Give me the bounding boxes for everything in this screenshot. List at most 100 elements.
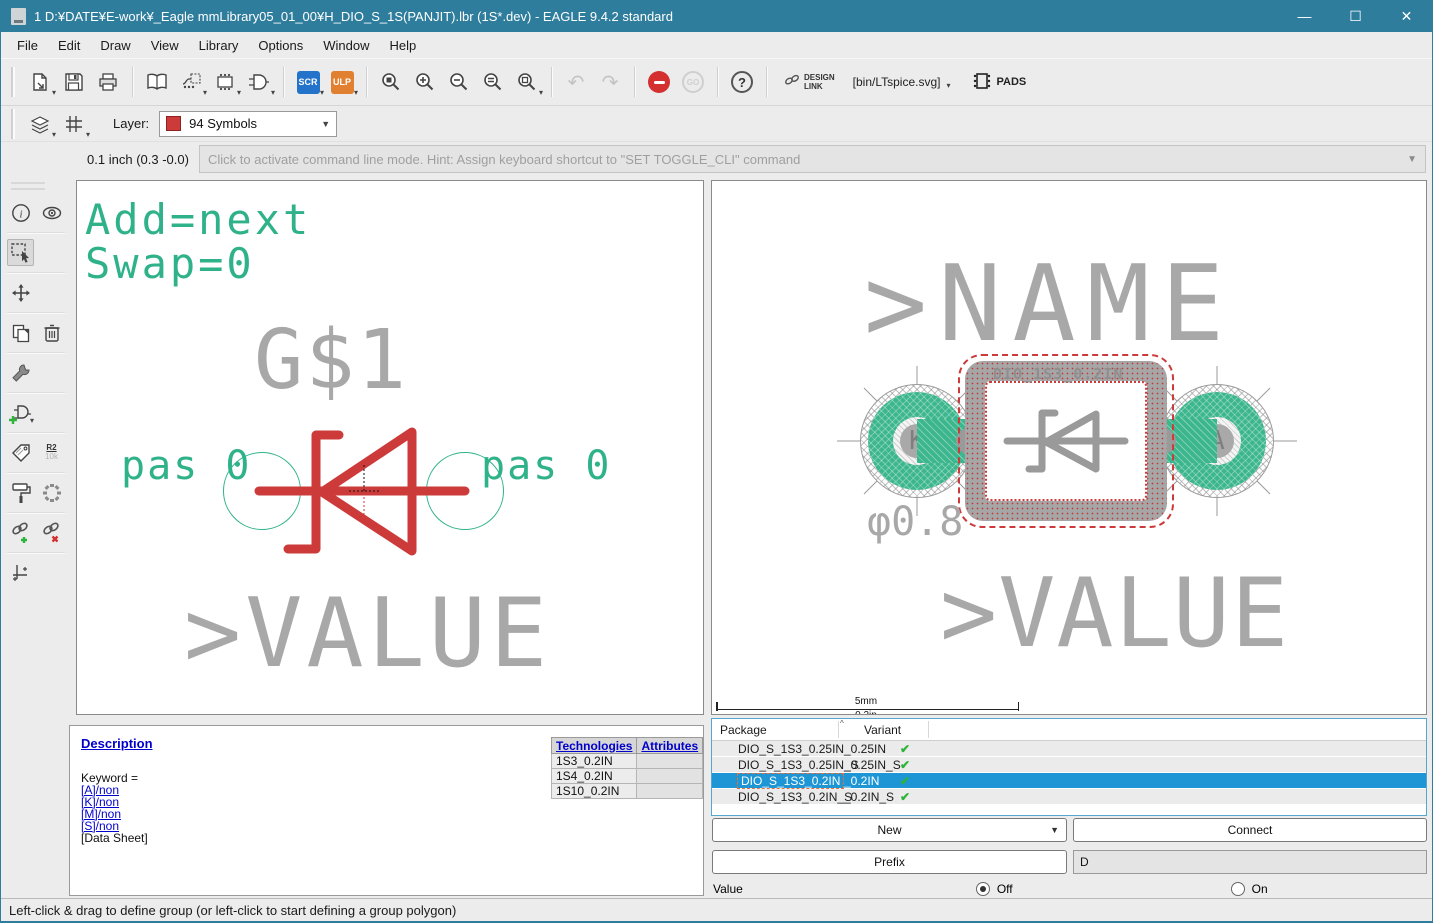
name-placeholder-text: >NAME [864,243,1235,365]
add-gate-icon [9,402,33,424]
status-bar: Left-click & drag to define group (or le… [1,898,1432,921]
technology-row[interactable]: 1S4_0.2IN [552,769,703,784]
value-on-label[interactable]: On [1252,882,1268,896]
info-tool[interactable]: i [7,199,34,226]
scr-icon: SCR [297,71,320,94]
redo-icon: ↷ [602,70,619,94]
value-on-radio[interactable] [1231,882,1245,896]
link-add-tool[interactable] [7,519,34,546]
go-button[interactable]: GO [677,66,709,98]
name-tool[interactable] [7,439,34,466]
print-button[interactable] [92,66,124,98]
move-tool[interactable] [7,279,34,306]
link-remove-tool[interactable] [38,519,65,546]
paint-roller-icon [11,482,31,504]
layer-color-swatch [166,116,181,131]
delete-tool[interactable] [38,319,65,346]
design-link-button[interactable]: DESIGNLINK [784,73,835,92]
palette-handle[interactable] [11,182,45,190]
pane-splitter[interactable] [704,176,711,898]
value-icon: R210k [45,444,58,461]
add-part-tool[interactable]: ▾ [7,399,34,426]
zoom-in-button[interactable] [409,66,441,98]
package-editor-button[interactable]: ▾ [209,66,241,98]
toolbar-handle[interactable] [11,109,15,139]
prefix-button[interactable]: Prefix [712,850,1067,874]
grid-button[interactable]: ▾ [58,108,90,140]
mark-origin-icon [10,562,32,584]
group-select-tool[interactable] [7,239,34,266]
new-package-button[interactable]: New▼ [712,818,1067,842]
connect-button[interactable]: Connect [1073,818,1427,842]
layer-dropdown[interactable]: 94 Symbols ▼ [159,111,337,137]
value-off-label[interactable]: Off [997,882,1013,896]
package-body: DIO_1S3_0.2IN [965,361,1167,521]
load-library-button[interactable] [141,66,173,98]
swap-attribute-text: Swap=0 [85,239,255,288]
save-icon [64,72,84,92]
pinswap-tool[interactable] [38,479,65,506]
value-placeholder-text: >VALUE [940,559,1289,669]
symbol-editor-button[interactable]: ▾ [243,66,275,98]
change-tool[interactable] [7,359,34,386]
paint-tool[interactable] [7,479,34,506]
ulp-button[interactable]: ULP ▾ [326,66,358,98]
undo-icon: ↶ [568,70,585,94]
menu-edit[interactable]: Edit [48,35,90,56]
help-button[interactable]: ? [726,66,758,98]
toolbar-handle[interactable] [11,67,15,97]
grid-icon [64,114,84,134]
zoom-redraw-button[interactable] [477,66,509,98]
main-toolbar: ▾ ▾ ▾ [1,58,1432,106]
command-line-input[interactable]: Click to activate command line mode. Hin… [199,145,1426,173]
zoom-fit-icon [381,72,401,92]
save-button[interactable] [58,66,90,98]
undo-button[interactable]: ↶ [560,66,592,98]
eagle-window: 1 D:¥DATE¥E-work¥_Eagle mmLibrary05_01_0… [0,0,1433,923]
show-tool[interactable] [38,199,65,226]
zoom-select-button[interactable]: ▾ [511,66,543,98]
minimize-button[interactable]: — [1279,0,1330,32]
package-canvas[interactable]: >NAME K A DIO_1S3_0.2IN [711,180,1427,715]
scale-mm-label: 5mm [716,696,1016,707]
package-row[interactable]: DIO_S_1S3_0.2IN_S _0.2IN_S ✔ [712,789,1426,805]
ltspice-export-button[interactable]: [bin/LTspice.svg]▾ [853,75,951,89]
mark-tool[interactable] [7,559,34,586]
description-link[interactable]: Description [81,736,153,751]
symbol-canvas[interactable]: Add=next Swap=0 G$1 pas 0 pas 0 >VALUE [76,180,704,715]
column-package[interactable]: Package [712,723,830,737]
pads-button[interactable]: PADS [973,71,1027,94]
package-row[interactable]: DIO_S_1S3_0.25IN _0.25IN ✔ [712,741,1426,757]
zoom-fit-button[interactable] [375,66,407,98]
value-placeholder-text: >VALUE [184,579,551,689]
group-select-icon [10,242,32,264]
open-library-button[interactable]: ▾ [24,66,56,98]
package-table-header[interactable]: Package ^ Variant [712,719,1426,741]
script-button[interactable]: SCR ▾ [292,66,324,98]
layer-settings-button[interactable]: ▾ [24,108,56,140]
gate-name-text: G$1 [254,313,408,408]
redo-button[interactable]: ↷ [594,66,626,98]
menu-window[interactable]: Window [313,35,379,56]
menu-draw[interactable]: Draw [90,35,140,56]
copy-tool[interactable] [7,319,34,346]
menu-help[interactable]: Help [379,35,426,56]
maximize-button[interactable]: ☐ [1330,0,1381,32]
device-editor-button[interactable]: ▾ [175,66,207,98]
close-button[interactable]: ✕ [1381,0,1432,32]
stop-button[interactable] [643,66,675,98]
menu-library[interactable]: Library [189,35,249,56]
menu-file[interactable]: File [7,35,48,56]
zoom-out-button[interactable] [443,66,475,98]
value-off-radio[interactable] [976,882,990,896]
technology-row[interactable]: 1S3_0.2IN [552,754,703,769]
menu-options[interactable]: Options [248,35,313,56]
pinswap-icon [41,482,63,504]
value-tool[interactable]: R210k [38,439,65,466]
menu-view[interactable]: View [141,35,189,56]
command-line-placeholder: Click to activate command line mode. Hin… [208,152,800,167]
technology-row[interactable]: 1S10_0.2IN [552,784,703,799]
package-row[interactable]: DIO_S_1S3_0.25IN_S _0.25IN_S ✔ [712,757,1426,773]
package-icon [214,72,236,92]
package-row-selected[interactable]: DIO_S_1S3_0.2IN _0.2IN ✔ [712,773,1426,789]
